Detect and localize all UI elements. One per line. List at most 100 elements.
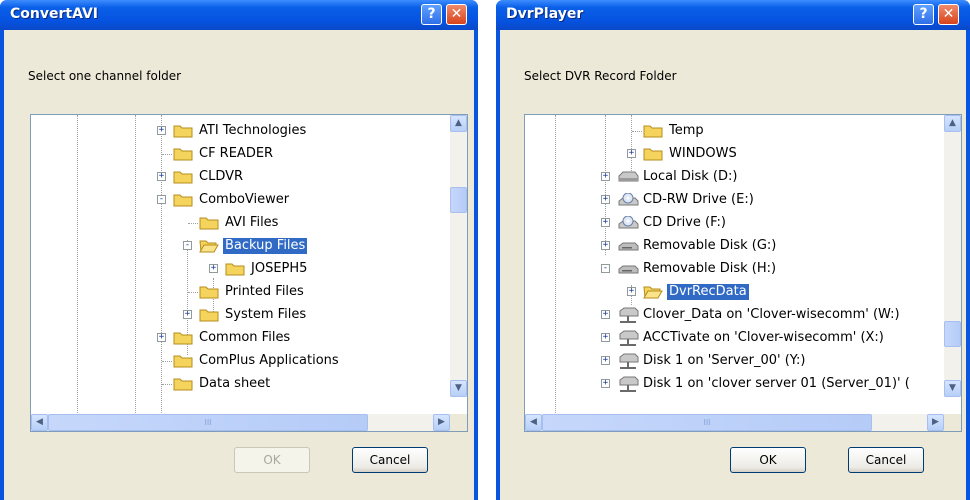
chevron-right-icon: ▶ [438, 417, 445, 427]
expand-toggle[interactable]: + [601, 195, 610, 204]
tree-item-label: CD Drive (F:) [643, 215, 727, 230]
folder-icon [199, 309, 219, 322]
scroll-right-button[interactable]: ▶ [927, 414, 944, 431]
dialog-body: Select one channel folder + ATI Technolo… [4, 30, 474, 500]
folder-icon [199, 217, 219, 230]
scroll-left-button[interactable]: ◀ [525, 414, 542, 431]
folder-icon [173, 171, 193, 184]
help-button[interactable]: ? [913, 4, 934, 25]
close-icon: ✕ [942, 6, 955, 22]
expand-toggle[interactable]: + [601, 379, 610, 388]
cancel-button[interactable]: Cancel [352, 447, 428, 473]
title-bar[interactable]: DvrPlayer ? ✕ [496, 0, 970, 30]
close-icon: ✕ [450, 6, 463, 22]
vertical-scrollbar[interactable]: ▲ ▼ [450, 115, 467, 397]
folder-icon [173, 125, 193, 138]
scroll-left-button[interactable]: ◀ [31, 414, 48, 431]
expand-toggle[interactable]: + [601, 356, 610, 365]
expand-toggle[interactable]: + [601, 333, 610, 342]
folder-open-icon [643, 286, 663, 299]
tree-item-label: Temp [669, 123, 704, 138]
scrollbar-corner [450, 414, 467, 431]
scroll-thumb[interactable]: III [48, 414, 368, 431]
network-drive-icon [619, 353, 639, 369]
tree-item-label: Backup Files [223, 238, 308, 254]
folder-icon [173, 148, 193, 161]
tree-guide-line [605, 115, 606, 255]
tree-item-label: CLDVR [199, 169, 244, 184]
expand-toggle[interactable]: + [209, 264, 218, 273]
vertical-scrollbar[interactable]: ▲ ▼ [944, 115, 961, 397]
scroll-up-button[interactable]: ▲ [944, 115, 961, 132]
chevron-down-icon: ▼ [455, 383, 462, 393]
collapse-toggle[interactable]: - [157, 195, 166, 204]
tree-item-label: Disk 1 on 'clover server 01 (Server_01)'… [643, 376, 910, 391]
expand-toggle[interactable]: + [183, 310, 192, 319]
scrollbar-corner [944, 414, 961, 431]
tree-item-label: DvrRecData [667, 284, 749, 300]
removable-drive-icon [618, 265, 639, 274]
hard-drive-icon [618, 171, 639, 182]
removable-drive-icon [618, 242, 639, 251]
expand-toggle[interactable]: + [601, 241, 610, 250]
tree-guide-line [135, 115, 136, 415]
folder-tree[interactable]: Temp + WINDOWS + Local Disk (D:) + CD-RW… [524, 114, 962, 432]
horizontal-scrollbar[interactable]: ◀ III ▶ [525, 414, 944, 431]
title-bar[interactable]: ConvertAVI ? ✕ [0, 0, 478, 30]
tree-item-label: CD-RW Drive (E:) [643, 192, 754, 207]
scroll-right-button[interactable]: ▶ [433, 414, 450, 431]
chevron-left-icon: ◀ [530, 417, 537, 427]
cancel-button[interactable]: Cancel [848, 447, 924, 473]
chevron-up-icon: ▲ [949, 118, 956, 128]
expand-toggle[interactable]: + [601, 172, 610, 181]
expand-toggle[interactable]: + [157, 333, 166, 342]
dialog-body: Select DVR Record Folder Temp + WINDOWS … [500, 30, 966, 500]
tree-item-label: System Files [225, 307, 307, 322]
help-icon: ? [427, 6, 436, 22]
expand-toggle[interactable]: + [601, 310, 610, 319]
collapse-toggle[interactable]: - [183, 241, 192, 250]
close-button[interactable]: ✕ [446, 4, 467, 25]
ok-button[interactable]: OK [730, 447, 806, 473]
network-drive-icon [619, 330, 639, 346]
tree-guide-line [188, 292, 198, 293]
tree-item-label: Removable Disk (H:) [643, 261, 777, 276]
tree-item-label: ComPlus Applications [199, 353, 339, 368]
expand-toggle[interactable]: + [627, 287, 636, 296]
prompt-label: Select DVR Record Folder [524, 69, 677, 83]
tree-item-label: JOSEPH5 [251, 261, 308, 276]
tree-item-label: Printed Files [225, 284, 304, 299]
tree-item-label: ATI Technologies [199, 123, 307, 138]
scroll-up-button[interactable]: ▲ [450, 115, 467, 132]
expand-toggle[interactable]: + [627, 149, 636, 158]
horizontal-scrollbar[interactable]: ◀ III ▶ [31, 414, 450, 431]
scroll-thumb[interactable]: III [542, 414, 872, 431]
prompt-label: Select one channel folder [28, 69, 182, 83]
scroll-down-button[interactable]: ▼ [450, 380, 467, 397]
scroll-down-button[interactable]: ▼ [944, 380, 961, 397]
tree-guide-line [162, 384, 172, 385]
tree-item-label: WINDOWS [669, 146, 737, 161]
tree-guide-line [162, 361, 172, 362]
tree-guide-line [631, 115, 632, 175]
folder-open-icon [199, 240, 219, 253]
tree-item-label: CF READER [199, 146, 274, 161]
expand-toggle[interactable]: + [157, 172, 166, 181]
tree-guide-line [77, 115, 78, 415]
scroll-thumb[interactable] [944, 321, 961, 347]
folder-icon [643, 125, 663, 138]
close-button[interactable]: ✕ [938, 4, 959, 25]
tree-guide-line [188, 223, 198, 224]
tree-item-label: ComboViewer [199, 192, 290, 207]
tree-item-label: Removable Disk (G:) [643, 238, 777, 253]
scroll-thumb[interactable] [450, 187, 467, 213]
ok-button[interactable]: OK [234, 447, 310, 473]
expand-toggle[interactable]: + [157, 126, 166, 135]
collapse-toggle[interactable]: - [601, 264, 610, 273]
folder-tree[interactable]: + ATI Technologies CF READER + CLDVR - C… [30, 114, 468, 432]
folder-icon [173, 378, 193, 391]
expand-toggle[interactable]: + [601, 218, 610, 227]
convertavi-dialog: ConvertAVI ? ✕ Select one channel folder… [0, 0, 478, 500]
help-button[interactable]: ? [421, 4, 442, 25]
tree-item-label: Clover_Data on 'Clover-wisecomm' (W:) [643, 307, 900, 322]
